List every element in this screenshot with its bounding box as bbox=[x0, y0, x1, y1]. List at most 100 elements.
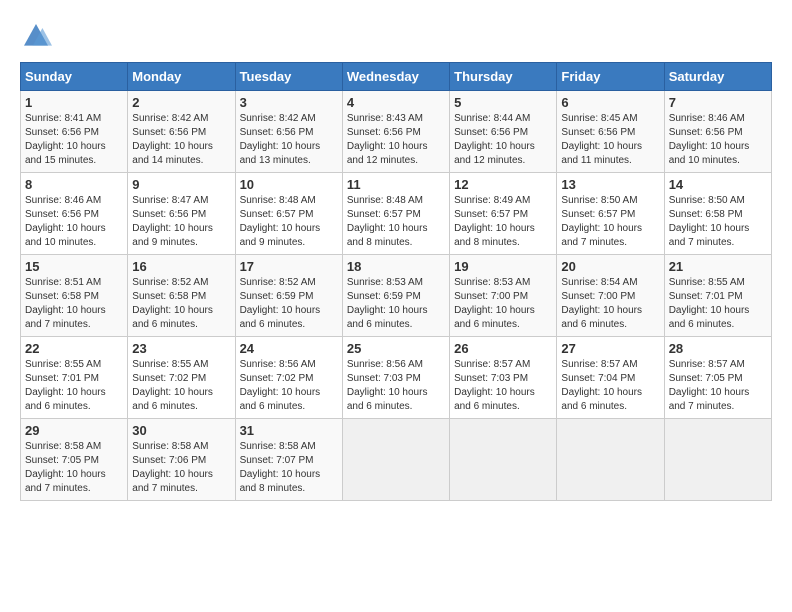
calendar-cell: 13 Sunrise: 8:50 AM Sunset: 6:57 PM Dayl… bbox=[557, 173, 664, 255]
calendar-cell: 15 Sunrise: 8:51 AM Sunset: 6:58 PM Dayl… bbox=[21, 255, 128, 337]
day-info: Sunrise: 8:58 AM Sunset: 7:07 PM Dayligh… bbox=[240, 441, 321, 494]
calendar-cell: 23 Sunrise: 8:55 AM Sunset: 7:02 PM Dayl… bbox=[128, 337, 235, 419]
day-number: 27 bbox=[561, 341, 659, 356]
day-info: Sunrise: 8:58 AM Sunset: 7:06 PM Dayligh… bbox=[132, 441, 213, 494]
day-number: 31 bbox=[240, 423, 338, 438]
day-number: 28 bbox=[669, 341, 767, 356]
weekday-header-sunday: Sunday bbox=[21, 63, 128, 91]
calendar-cell: 20 Sunrise: 8:54 AM Sunset: 7:00 PM Dayl… bbox=[557, 255, 664, 337]
calendar-cell: 3 Sunrise: 8:42 AM Sunset: 6:56 PM Dayli… bbox=[235, 91, 342, 173]
calendar-cell: 1 Sunrise: 8:41 AM Sunset: 6:56 PM Dayli… bbox=[21, 91, 128, 173]
day-info: Sunrise: 8:42 AM Sunset: 6:56 PM Dayligh… bbox=[240, 113, 321, 166]
day-info: Sunrise: 8:51 AM Sunset: 6:58 PM Dayligh… bbox=[25, 277, 106, 330]
calendar-cell: 11 Sunrise: 8:48 AM Sunset: 6:57 PM Dayl… bbox=[342, 173, 449, 255]
day-number: 2 bbox=[132, 95, 230, 110]
day-info: Sunrise: 8:50 AM Sunset: 6:58 PM Dayligh… bbox=[669, 195, 750, 248]
calendar-cell: 27 Sunrise: 8:57 AM Sunset: 7:04 PM Dayl… bbox=[557, 337, 664, 419]
calendar-cell bbox=[557, 419, 664, 501]
day-info: Sunrise: 8:47 AM Sunset: 6:56 PM Dayligh… bbox=[132, 195, 213, 248]
day-number: 12 bbox=[454, 177, 552, 192]
weekday-header-row: SundayMondayTuesdayWednesdayThursdayFrid… bbox=[21, 63, 772, 91]
day-number: 26 bbox=[454, 341, 552, 356]
day-info: Sunrise: 8:57 AM Sunset: 7:04 PM Dayligh… bbox=[561, 359, 642, 412]
calendar-cell: 18 Sunrise: 8:53 AM Sunset: 6:59 PM Dayl… bbox=[342, 255, 449, 337]
calendar-cell: 7 Sunrise: 8:46 AM Sunset: 6:56 PM Dayli… bbox=[664, 91, 771, 173]
calendar-cell: 21 Sunrise: 8:55 AM Sunset: 7:01 PM Dayl… bbox=[664, 255, 771, 337]
weekday-header-thursday: Thursday bbox=[450, 63, 557, 91]
logo-icon bbox=[20, 20, 52, 52]
calendar-week-5: 29 Sunrise: 8:58 AM Sunset: 7:05 PM Dayl… bbox=[21, 419, 772, 501]
calendar-week-2: 8 Sunrise: 8:46 AM Sunset: 6:56 PM Dayli… bbox=[21, 173, 772, 255]
weekday-header-wednesday: Wednesday bbox=[342, 63, 449, 91]
day-number: 23 bbox=[132, 341, 230, 356]
day-number: 10 bbox=[240, 177, 338, 192]
calendar-cell: 22 Sunrise: 8:55 AM Sunset: 7:01 PM Dayl… bbox=[21, 337, 128, 419]
day-info: Sunrise: 8:48 AM Sunset: 6:57 PM Dayligh… bbox=[240, 195, 321, 248]
day-info: Sunrise: 8:55 AM Sunset: 7:01 PM Dayligh… bbox=[669, 277, 750, 330]
calendar-week-4: 22 Sunrise: 8:55 AM Sunset: 7:01 PM Dayl… bbox=[21, 337, 772, 419]
day-number: 30 bbox=[132, 423, 230, 438]
day-number: 8 bbox=[25, 177, 123, 192]
calendar-cell: 9 Sunrise: 8:47 AM Sunset: 6:56 PM Dayli… bbox=[128, 173, 235, 255]
calendar-table: SundayMondayTuesdayWednesdayThursdayFrid… bbox=[20, 62, 772, 501]
weekday-header-monday: Monday bbox=[128, 63, 235, 91]
day-number: 29 bbox=[25, 423, 123, 438]
day-number: 7 bbox=[669, 95, 767, 110]
day-info: Sunrise: 8:58 AM Sunset: 7:05 PM Dayligh… bbox=[25, 441, 106, 494]
day-number: 14 bbox=[669, 177, 767, 192]
day-number: 5 bbox=[454, 95, 552, 110]
day-info: Sunrise: 8:41 AM Sunset: 6:56 PM Dayligh… bbox=[25, 113, 106, 166]
calendar-cell: 24 Sunrise: 8:56 AM Sunset: 7:02 PM Dayl… bbox=[235, 337, 342, 419]
day-info: Sunrise: 8:43 AM Sunset: 6:56 PM Dayligh… bbox=[347, 113, 428, 166]
calendar-cell: 31 Sunrise: 8:58 AM Sunset: 7:07 PM Dayl… bbox=[235, 419, 342, 501]
logo bbox=[20, 20, 56, 52]
calendar-cell bbox=[450, 419, 557, 501]
day-number: 6 bbox=[561, 95, 659, 110]
calendar-cell: 25 Sunrise: 8:56 AM Sunset: 7:03 PM Dayl… bbox=[342, 337, 449, 419]
calendar-cell: 2 Sunrise: 8:42 AM Sunset: 6:56 PM Dayli… bbox=[128, 91, 235, 173]
day-info: Sunrise: 8:44 AM Sunset: 6:56 PM Dayligh… bbox=[454, 113, 535, 166]
calendar-cell: 10 Sunrise: 8:48 AM Sunset: 6:57 PM Dayl… bbox=[235, 173, 342, 255]
day-number: 20 bbox=[561, 259, 659, 274]
weekday-header-saturday: Saturday bbox=[664, 63, 771, 91]
day-info: Sunrise: 8:45 AM Sunset: 6:56 PM Dayligh… bbox=[561, 113, 642, 166]
day-number: 18 bbox=[347, 259, 445, 274]
calendar-cell: 5 Sunrise: 8:44 AM Sunset: 6:56 PM Dayli… bbox=[450, 91, 557, 173]
calendar-cell: 29 Sunrise: 8:58 AM Sunset: 7:05 PM Dayl… bbox=[21, 419, 128, 501]
page-header bbox=[20, 20, 772, 52]
day-number: 13 bbox=[561, 177, 659, 192]
day-info: Sunrise: 8:48 AM Sunset: 6:57 PM Dayligh… bbox=[347, 195, 428, 248]
calendar-cell: 8 Sunrise: 8:46 AM Sunset: 6:56 PM Dayli… bbox=[21, 173, 128, 255]
day-number: 17 bbox=[240, 259, 338, 274]
weekday-header-tuesday: Tuesday bbox=[235, 63, 342, 91]
calendar-cell: 17 Sunrise: 8:52 AM Sunset: 6:59 PM Dayl… bbox=[235, 255, 342, 337]
calendar-cell bbox=[664, 419, 771, 501]
day-info: Sunrise: 8:52 AM Sunset: 6:59 PM Dayligh… bbox=[240, 277, 321, 330]
day-info: Sunrise: 8:56 AM Sunset: 7:03 PM Dayligh… bbox=[347, 359, 428, 412]
calendar-cell: 14 Sunrise: 8:50 AM Sunset: 6:58 PM Dayl… bbox=[664, 173, 771, 255]
day-number: 19 bbox=[454, 259, 552, 274]
day-number: 22 bbox=[25, 341, 123, 356]
calendar-cell: 12 Sunrise: 8:49 AM Sunset: 6:57 PM Dayl… bbox=[450, 173, 557, 255]
day-number: 3 bbox=[240, 95, 338, 110]
day-info: Sunrise: 8:56 AM Sunset: 7:02 PM Dayligh… bbox=[240, 359, 321, 412]
day-info: Sunrise: 8:54 AM Sunset: 7:00 PM Dayligh… bbox=[561, 277, 642, 330]
day-info: Sunrise: 8:42 AM Sunset: 6:56 PM Dayligh… bbox=[132, 113, 213, 166]
calendar-week-1: 1 Sunrise: 8:41 AM Sunset: 6:56 PM Dayli… bbox=[21, 91, 772, 173]
calendar-cell bbox=[342, 419, 449, 501]
day-info: Sunrise: 8:55 AM Sunset: 7:01 PM Dayligh… bbox=[25, 359, 106, 412]
day-number: 16 bbox=[132, 259, 230, 274]
calendar-week-3: 15 Sunrise: 8:51 AM Sunset: 6:58 PM Dayl… bbox=[21, 255, 772, 337]
day-info: Sunrise: 8:55 AM Sunset: 7:02 PM Dayligh… bbox=[132, 359, 213, 412]
day-info: Sunrise: 8:57 AM Sunset: 7:05 PM Dayligh… bbox=[669, 359, 750, 412]
day-number: 1 bbox=[25, 95, 123, 110]
calendar-cell: 16 Sunrise: 8:52 AM Sunset: 6:58 PM Dayl… bbox=[128, 255, 235, 337]
day-info: Sunrise: 8:57 AM Sunset: 7:03 PM Dayligh… bbox=[454, 359, 535, 412]
calendar-cell: 4 Sunrise: 8:43 AM Sunset: 6:56 PM Dayli… bbox=[342, 91, 449, 173]
calendar-cell: 26 Sunrise: 8:57 AM Sunset: 7:03 PM Dayl… bbox=[450, 337, 557, 419]
day-info: Sunrise: 8:46 AM Sunset: 6:56 PM Dayligh… bbox=[669, 113, 750, 166]
day-number: 21 bbox=[669, 259, 767, 274]
calendar-cell: 30 Sunrise: 8:58 AM Sunset: 7:06 PM Dayl… bbox=[128, 419, 235, 501]
day-info: Sunrise: 8:46 AM Sunset: 6:56 PM Dayligh… bbox=[25, 195, 106, 248]
weekday-header-friday: Friday bbox=[557, 63, 664, 91]
